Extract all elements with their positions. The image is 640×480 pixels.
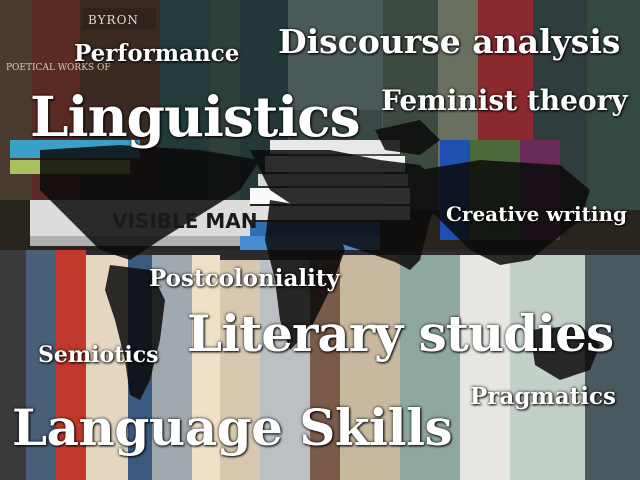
spine-invisible-man: VISIBLE MAN xyxy=(112,209,258,233)
word-performance: Performance xyxy=(74,40,240,67)
word-linguistics: Linguistics xyxy=(30,84,361,149)
word-discourse-analysis: Discourse analysis xyxy=(278,22,621,61)
word-semiotics: Semiotics xyxy=(38,342,159,368)
word-pragmatics: Pragmatics xyxy=(470,383,616,410)
spine-byron: BYRON xyxy=(88,13,139,27)
word-creative-writing: Creative writing xyxy=(446,202,627,226)
word-postcoloniality: Postcoloniality xyxy=(149,265,340,292)
word-cloud-image: BYRON POETICAL WORKS OF VISIBLE MAN Perf… xyxy=(0,0,640,480)
word-language-skills: Language Skills xyxy=(12,398,453,457)
word-literary-studies: Literary studies xyxy=(187,304,614,363)
word-feminist-theory: Feminist theory xyxy=(381,84,628,117)
